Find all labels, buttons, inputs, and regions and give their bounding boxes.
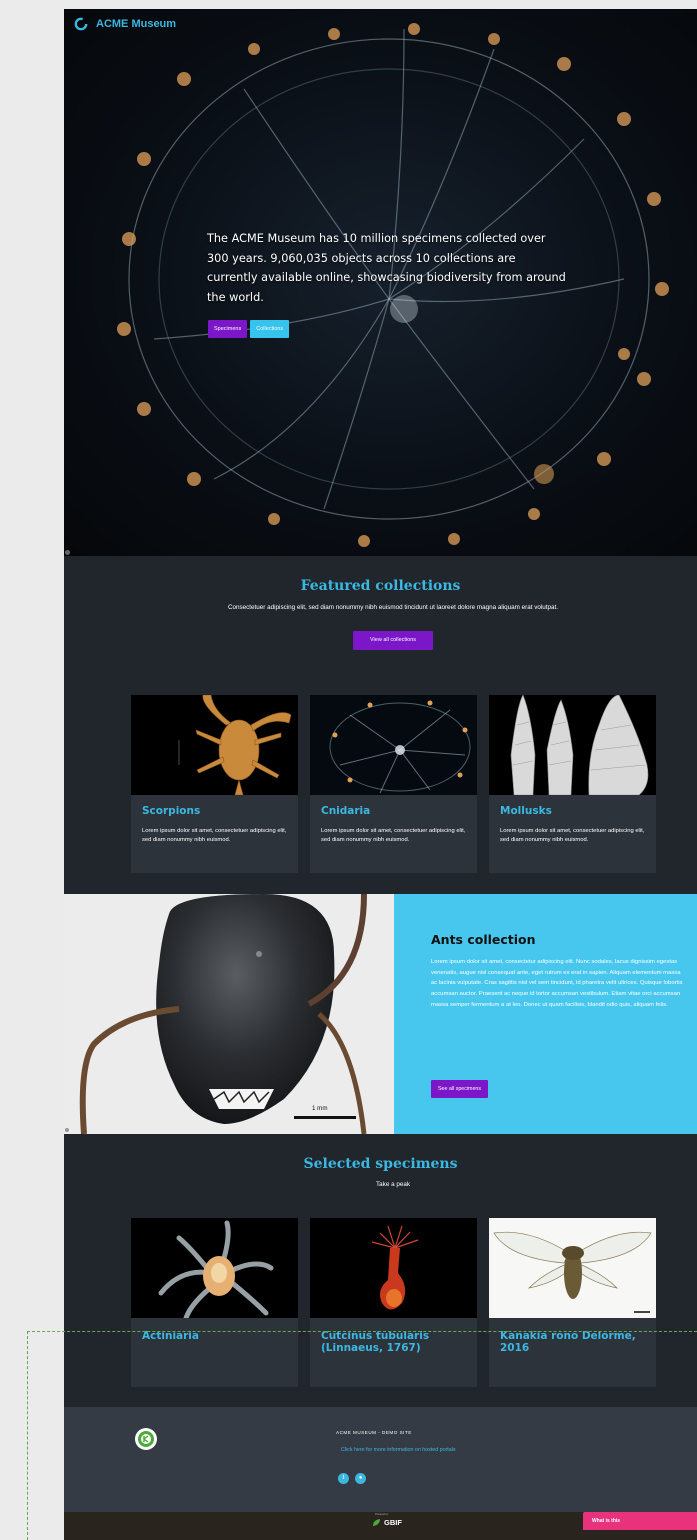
card-text: Lorem ipsum dolor sit amet, consectetuer… [142,828,287,844]
specimens-button[interactable]: Specimens [208,320,248,338]
selected-subtitle: Take a peak [376,1181,410,1188]
hero-text: The ACME Museum has 10 million specimens… [207,232,566,304]
selected-title: Selected specimens [303,1156,458,1172]
acme-logo-icon [74,17,88,31]
hero-buttons: Specimens Collections [208,320,290,338]
scale-bar [294,1116,356,1119]
card-text: Lorem ipsum dolor sit amet, consectetuer… [500,828,645,844]
ants-title: Ants collection [431,932,536,947]
image-credit-icon[interactable] [65,550,70,555]
cnidaria-image [310,695,477,795]
view-all-collections-button[interactable]: View all collections [353,631,433,650]
card-title: Scorpions [142,805,201,817]
collections-button[interactable]: Collections [250,320,290,338]
ants-info-panel: Ants collection Lorem ipsum dolor sit am… [394,894,697,1134]
twitter-icon[interactable]: t [338,1473,349,1484]
actiniaria-image [131,1218,298,1318]
collection-card-cnidaria[interactable]: Cnidaria Lorem ipsum dolor sit amet, con… [310,695,477,873]
gbif-leaf-icon [373,1519,380,1526]
ants-collection-section: 1 mm Ants collection Lorem ipsum dolor s… [64,894,697,1134]
gbif-badge-icon[interactable] [135,1428,157,1450]
featured-description: Consectetuer adipiscing elit, sed diam n… [227,604,559,611]
scale-label: 1 mm [312,1105,328,1112]
footer: ACME MUSEUM - DEMO SITE Click here for m… [64,1407,697,1512]
annotation-dashed-line [27,1331,697,1332]
annotation-dashed-line [27,1331,28,1540]
mollusks-image [489,695,656,795]
collection-card-scorpions[interactable]: Scorpions Lorem ipsum dolor sit amet, co… [131,695,298,873]
featured-title: Featured collections [300,578,461,594]
footer-title: ACME MUSEUM - DEMO SITE [336,1430,412,1435]
card-title: Mollusks [500,805,552,817]
brand-name: ACME Museum [96,18,177,30]
powered-by-label: Powered by [375,1513,389,1516]
image-credit-icon[interactable] [65,1128,69,1132]
brand[interactable]: ACME Museum [74,17,176,31]
card-title: Cnidaria [321,805,371,817]
see-all-specimens-button[interactable]: See all specimens [431,1080,488,1098]
ants-text: Lorem ipsum dolor sit amet, consectetur … [431,959,683,1008]
what-is-this-button[interactable]: What is this [583,1512,697,1530]
card-title: Cutcinus tubularis (Linnaeus, 1767) [321,1330,430,1354]
specimen-card-kanakia[interactable]: Kanakia rono Delorme, 2016 [489,1218,656,1387]
cutcinus-image [310,1218,477,1318]
selected-specimens-section: Selected specimens Take a peak Actiniari… [64,1134,697,1407]
cicada-image [489,1218,656,1318]
gbif-logo[interactable]: GBIF [372,1518,402,1527]
card-title: Kanakia rono Delorme, 2016 [500,1330,636,1354]
gbif-wordmark: GBIF [384,1518,402,1527]
github-icon[interactable]: ● [355,1473,366,1484]
specimen-card-actiniaria[interactable]: Actiniaria [131,1218,298,1387]
hosted-portals-link[interactable]: Click here for more information on hoste… [341,1446,461,1455]
page: ACME Museum The ACME Museum has 10 milli… [64,9,697,1540]
specimen-card-cutcinus[interactable]: Cutcinus tubularis (Linnaeus, 1767) [310,1218,477,1387]
hero-section: ACME Museum The ACME Museum has 10 milli… [64,9,697,556]
card-text: Lorem ipsum dolor sit amet, consectetuer… [321,828,466,844]
scorpion-image [131,695,298,795]
collection-card-mollusks[interactable]: Mollusks Lorem ipsum dolor sit amet, con… [489,695,656,873]
featured-collections-section: Featured collections Consectetuer adipis… [64,556,697,893]
ant-head-image: 1 mm [64,894,394,1134]
